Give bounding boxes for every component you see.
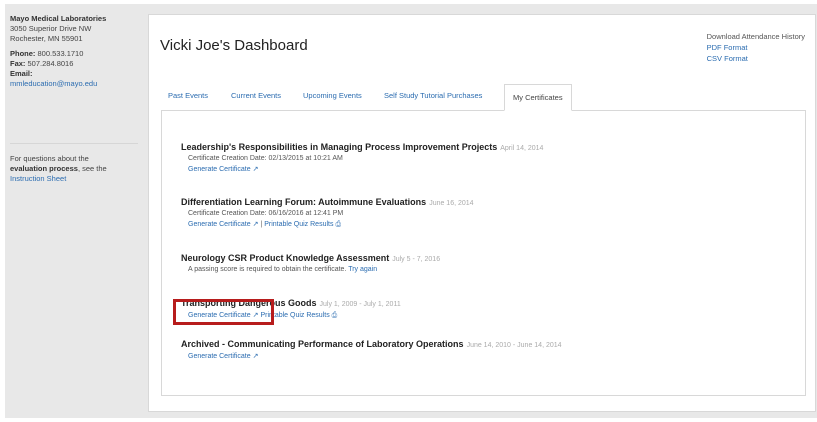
generate-certificate-label: Generate Certificate [188,353,251,360]
tab-bar: Past Events Current Events Upcoming Even… [161,84,806,111]
page-title: Vicki Joe's Dashboard [160,37,308,54]
fax-row: Fax: 507.284.8016 [10,59,128,69]
certificate-item: Neurology CSR Product Knowledge Assessme… [181,253,440,273]
event-date: July 1, 2009 - July 1, 2011 [319,301,401,308]
questions-text: For questions about the evaluation proce… [10,154,128,184]
certificates-list: Leadership's Responsibilities in Managin… [161,111,806,396]
generate-certificate-link[interactable]: Generate Certificate ↗ [188,221,258,228]
phone-value: 800.533.1710 [37,49,84,58]
event-date: June 14, 2010 - June 14, 2014 [466,342,562,349]
print-icon: ⎙ [335,221,342,228]
download-history: Download Attendance History PDF Format C… [707,31,805,64]
event-name: Archived - Communicating Performance of … [181,339,464,349]
certificate-creation-date: Certificate Creation Date: 02/13/2015 at… [188,155,343,162]
sidebar: Mayo Medical Laboratories 3050 Superior … [10,14,138,183]
questions-prefix: For questions about the [10,154,89,163]
email-label: Email: [10,69,33,78]
tab-upcoming-events[interactable]: Upcoming Events [303,91,362,100]
fax-value: 507.284.8016 [27,59,74,68]
dashboard-panel: Vicki Joe's Dashboard Download Attendanc… [148,14,816,412]
tab-past-events[interactable]: Past Events [168,91,208,100]
print-icon: ⎙ [331,312,338,319]
event-date: June 16, 2014 [429,200,474,207]
questions-suffix: , see the [77,164,107,173]
csv-format-link[interactable]: CSV Format [707,54,748,63]
certificate-item: Leadership's Responsibilities in Managin… [181,142,543,173]
instruction-sheet-link[interactable]: Instruction Sheet [10,174,66,183]
download-heading: Download Attendance History [706,32,805,41]
fax-label: Fax: [10,59,26,68]
tab-self-study-tutorial-purchases[interactable]: Self Study Tutorial Purchases [384,91,482,100]
phone-label: Phone: [10,49,36,58]
external-link-icon: ↗ [252,166,259,173]
event-name: Leadership's Responsibilities in Managin… [181,142,498,152]
generate-certificate-label: Generate Certificate [188,221,251,228]
phone-row: Phone: 800.533.1710 [10,49,128,59]
event-name: Neurology CSR Product Knowledge Assessme… [181,253,390,263]
event-name: Differentiation Learning Forum: Autoimmu… [181,197,427,207]
generate-certificate-link[interactable]: Generate Certificate ↗ [188,166,258,173]
event-date: April 14, 2014 [500,145,544,152]
address-line1: 3050 Superior Drive NW [10,24,92,33]
generate-certificate-link[interactable]: Generate Certificate ↗ [188,353,258,360]
quiz-results-label: Printable Quiz Results [264,221,334,228]
link-separator: | [260,221,263,228]
email-link[interactable]: mmleducation@mayo.edu [10,79,97,88]
sidebar-divider [10,143,138,144]
questions-bold: evaluation process [10,164,78,173]
external-link-icon: ↗ [252,353,259,360]
generate-certificate-label: Generate Certificate [188,166,251,173]
external-link-icon: ↗ [252,221,259,228]
certificate-item: Differentiation Learning Forum: Autoimmu… [181,197,474,229]
highlight-box [173,299,274,325]
address-line2: Rochester, MN 55901 [10,34,83,43]
org-name: Mayo Medical Laboratories [10,14,107,23]
printable-quiz-results-link[interactable]: Printable Quiz Results ⎙ [264,221,341,228]
try-again-link[interactable]: Try again [348,266,377,273]
certificate-creation-date: Certificate Creation Date: 06/16/2016 at… [188,210,344,217]
pdf-format-link[interactable]: PDF Format [707,43,748,52]
passing-score-message: A passing score is required to obtain th… [188,266,347,273]
certificate-item: Archived - Communicating Performance of … [181,339,562,360]
tab-my-certificates[interactable]: My Certificates [504,84,572,111]
tab-current-events[interactable]: Current Events [231,91,281,100]
event-date: July 5 - 7, 2016 [392,256,441,263]
